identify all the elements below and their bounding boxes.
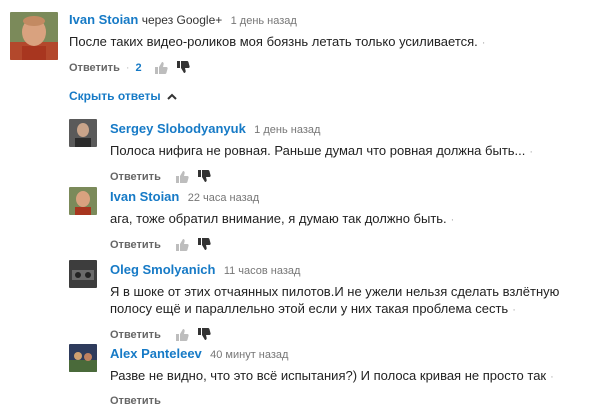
thumbs-down-icon[interactable] [197, 328, 211, 341]
comment-text-line: Разве не видно, что это всё испытания?) … [110, 368, 547, 383]
reply-button[interactable]: Ответить [69, 62, 120, 74]
user-avatar-photo-icon [10, 12, 58, 60]
comment-top: Ivan Stoian через Google+ 1 день назад П… [10, 12, 590, 74]
thumbs-down-icon[interactable] [176, 61, 190, 74]
comment-actions: Ответить [110, 170, 533, 183]
author-name[interactable]: Oleg Smolyanich [110, 262, 215, 277]
comment-text: Разве не видно, что это всё испытания?) … [110, 367, 554, 386]
avatar[interactable] [69, 187, 97, 215]
menu-dot-icon[interactable]: · [482, 37, 486, 49]
thumbs-down-icon[interactable] [197, 238, 211, 251]
hide-replies-toggle[interactable]: Скрыть ответы [69, 89, 177, 103]
like-count: 2 [135, 61, 142, 74]
chevron-up-icon [166, 93, 177, 100]
thumbs-up-icon[interactable] [175, 328, 189, 341]
thumbs-up-icon[interactable] [154, 61, 168, 74]
user-avatar-photo-icon [69, 344, 97, 372]
via-label: через Google+ [141, 13, 223, 27]
comment-text-line: ага, тоже обратил внимание, я думаю так … [110, 211, 447, 226]
comment-text: Полоса нифига не ровная. Раньше думал чт… [110, 142, 533, 161]
reply-button[interactable]: Ответить [110, 395, 161, 407]
reply-button[interactable]: Ответить [110, 171, 161, 183]
comment-actions: Ответить [110, 328, 559, 341]
timestamp[interactable]: 1 день назад [254, 124, 320, 136]
hide-replies-label: Скрыть ответы [69, 89, 161, 103]
comment-actions: Ответить · 2 [69, 61, 485, 74]
timestamp[interactable]: 1 день назад [231, 15, 297, 27]
menu-dot-icon[interactable]: · [451, 214, 455, 226]
reply-item: Oleg Smolyanich 11 часов назад Я в шоке … [69, 260, 589, 341]
comment-text: После таких видео-роликов моя боязнь лет… [69, 33, 485, 52]
reply-item: Ivan Stoian 22 часа назад ага, тоже обра… [69, 187, 589, 251]
menu-dot-icon[interactable]: · [529, 146, 533, 158]
thumbs-up-icon[interactable] [175, 170, 189, 183]
avatar[interactable] [69, 344, 97, 372]
menu-dot-icon[interactable]: · [550, 371, 554, 383]
comment-text: ага, тоже обратил внимание, я думаю так … [110, 210, 454, 229]
author-name[interactable]: Sergey Slobodyanyuk [110, 121, 246, 136]
comment-text-line: Полоса нифига не ровная. Раньше думал чт… [110, 143, 526, 158]
comment-text-line: полосу ещё и параллельно этой если у них… [110, 301, 509, 316]
comment-header: Alex Panteleev 40 минут назад [110, 346, 554, 363]
comment-header: Sergey Slobodyanyuk 1 день назад [110, 121, 533, 138]
avatar[interactable] [69, 260, 97, 288]
user-avatar-photo-icon [69, 260, 97, 288]
reply-button[interactable]: Ответить [110, 239, 161, 251]
user-avatar-photo-icon [69, 187, 97, 215]
comment-header: Oleg Smolyanich 11 часов назад [110, 262, 559, 279]
comment-text-content: После таких видео-роликов моя боязнь лет… [69, 34, 478, 49]
author-name[interactable]: Ivan Stoian [110, 189, 179, 204]
comment-text-line: Я в шоке от этих отчаянных пилотов.И не … [110, 284, 560, 299]
menu-dot-icon[interactable]: · [512, 304, 516, 316]
thumbs-down-icon[interactable] [197, 170, 211, 183]
comment-actions: Ответить [110, 395, 554, 407]
author-name[interactable]: Ivan Stoian [69, 12, 138, 27]
comment-header: Ivan Stoian 22 часа назад [110, 189, 454, 206]
comment-header: Ivan Stoian через Google+ 1 день назад [69, 12, 485, 29]
comment-actions: Ответить [110, 238, 454, 251]
thumbs-up-icon[interactable] [175, 238, 189, 251]
timestamp[interactable]: 40 минут назад [210, 349, 288, 361]
separator: · [125, 61, 130, 74]
avatar[interactable] [10, 12, 58, 60]
user-avatar-photo-icon [69, 119, 97, 147]
timestamp[interactable]: 22 часа назад [188, 192, 259, 204]
comment-text: Я в шоке от этих отчаянных пилотов.И не … [110, 283, 559, 319]
author-name[interactable]: Alex Panteleev [110, 346, 202, 361]
reply-item: Alex Panteleev 40 минут назад Разве не в… [69, 344, 589, 407]
timestamp[interactable]: 11 часов назад [224, 265, 301, 277]
reply-button[interactable]: Ответить [110, 329, 161, 341]
reply-item: Sergey Slobodyanyuk 1 день назад Полоса … [69, 119, 589, 183]
avatar[interactable] [69, 119, 97, 147]
